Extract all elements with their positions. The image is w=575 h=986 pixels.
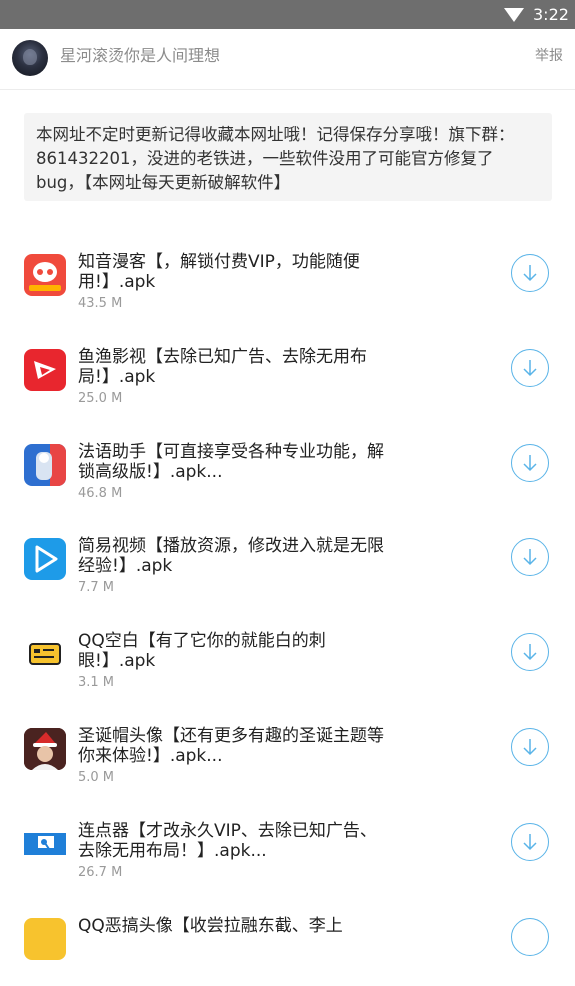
app-title[interactable]: 圣诞帽头像【还有更多有趣的圣诞主题等你来体验!】.apk... — [78, 726, 388, 766]
list-item-partial[interactable]: QQ恶搞头像【收尝拉融东截、李上 — [0, 892, 575, 986]
download-button[interactable] — [511, 538, 549, 577]
french-assistant-icon — [24, 443, 66, 486]
app-size: 25.0 M — [78, 390, 123, 406]
notice-box: 本网址不定时更新记得收藏本网址哦！记得保存分享哦！旗下群：861432201，没… — [24, 113, 552, 201]
app-title[interactable]: 知音漫客【，解锁付费VIP，功能随便用!】.apk — [78, 252, 388, 292]
list-item[interactable]: 连点器【才改永久VIP、去除已知广告、去除无用布局！】.apk... 26.7 … — [0, 797, 575, 892]
app-title[interactable]: 鱼渔影视【去除已知广告、去除无用布局!】.apk — [78, 347, 388, 387]
list-item[interactable]: 简易视频【播放资源，修改进入就是无限经验!】.apk 7.7 M — [0, 512, 575, 607]
report-button[interactable]: 举报 — [535, 46, 563, 66]
download-button[interactable] — [511, 822, 549, 861]
download-arrow-icon — [523, 833, 537, 850]
app-size: 26.7 M — [78, 864, 123, 880]
username[interactable]: 星河滚烫你是人间理想 — [60, 45, 220, 67]
christmas-avatar-icon — [24, 727, 66, 770]
list-item[interactable]: QQ空白【有了它你的就能白的刺眼!】.apk 3.1 M — [0, 607, 575, 702]
qq-avatar-icon — [24, 917, 66, 960]
app-size: 3.1 M — [78, 675, 115, 691]
list-item[interactable]: 圣诞帽头像【还有更多有趣的圣诞主题等你来体验!】.apk... 5.0 M — [0, 702, 575, 797]
download-arrow-icon — [523, 359, 537, 376]
play-video-icon — [24, 538, 66, 581]
download-button[interactable] — [511, 633, 549, 672]
download-arrow-icon — [523, 738, 537, 756]
zhiyin-manke-icon — [24, 254, 66, 296]
list-item[interactable]: 鱼渔影视【去除已知广告、去除无用布局!】.apk 25.0 M — [0, 323, 575, 418]
status-time: 3:22 — [533, 5, 569, 24]
app-title[interactable]: QQ恶搞头像【收尝拉融东截、李上 — [78, 916, 388, 936]
list-item[interactable]: 法语助手【可直接享受各种专业功能，解锁高级版!】.apk... 46.8 M — [0, 418, 575, 513]
app-size: 46.8 M — [78, 485, 123, 501]
download-arrow-icon — [523, 454, 537, 471]
app-title[interactable]: 连点器【才改永久VIP、去除已知广告、去除无用布局！】.apk... — [78, 821, 388, 861]
download-button[interactable] — [511, 917, 549, 956]
list-item[interactable]: 知音漫客【，解锁付费VIP，功能随便用!】.apk 43.5 M — [0, 228, 575, 323]
download-arrow-icon — [523, 644, 537, 661]
id-card-icon — [24, 633, 66, 676]
app-list: 知音漫客【，解锁付费VIP，功能随便用!】.apk 43.5 M 鱼渔影视【去除… — [0, 228, 575, 986]
app-title[interactable]: 法语助手【可直接享受各种专业功能，解锁高级版!】.apk... — [78, 442, 388, 482]
download-button[interactable] — [511, 727, 549, 766]
app-size: 5.0 M — [78, 769, 115, 785]
app-size: 7.7 M — [78, 580, 115, 596]
download-button[interactable] — [511, 254, 549, 292]
download-arrow-icon — [523, 265, 537, 282]
download-button[interactable] — [511, 443, 549, 482]
wifi-icon — [504, 8, 524, 22]
avatar[interactable] — [12, 40, 48, 76]
app-title[interactable]: QQ空白【有了它你的就能白的刺眼!】.apk — [78, 631, 388, 671]
download-arrow-icon — [523, 549, 537, 566]
app-title[interactable]: 简易视频【播放资源，修改进入就是无限经验!】.apk — [78, 536, 388, 576]
download-button[interactable] — [511, 348, 549, 387]
status-bar: 3:22 — [0, 0, 575, 29]
yuyu-video-icon — [24, 348, 66, 391]
auto-clicker-icon — [24, 822, 66, 865]
app-size: 43.5 M — [78, 296, 123, 311]
notice-text: 本网址不定时更新记得收藏本网址哦！记得保存分享哦！旗下群：861432201，没… — [36, 125, 515, 192]
post-header: 星河滚烫你是人间理想 举报 — [0, 29, 575, 90]
